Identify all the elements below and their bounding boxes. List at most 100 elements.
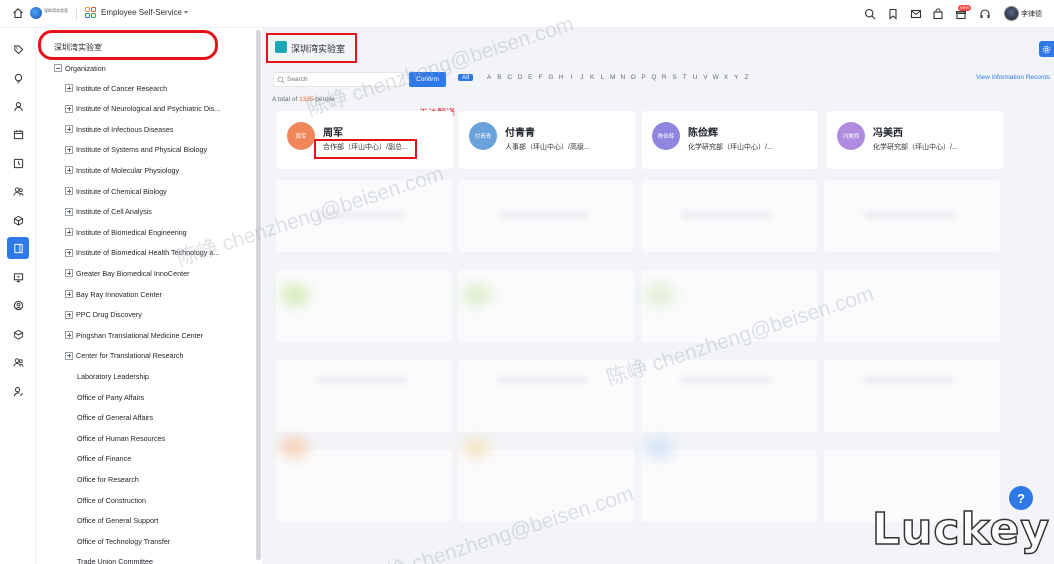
tree-node[interactable]: Office of Technology Transfer	[77, 534, 170, 548]
filter-letter[interactable]: A	[484, 74, 494, 81]
monitor-icon[interactable]	[7, 266, 29, 288]
tree-node[interactable]: Office of General Affairs	[77, 411, 153, 425]
tree-node[interactable]: Office of Party Affairs	[77, 390, 144, 404]
employee-name[interactable]: 付青青	[505, 124, 535, 139]
tree-node[interactable]: Institute of Cancer Research	[65, 81, 167, 95]
mail-icon[interactable]	[910, 8, 922, 20]
tree-node[interactable]: Institute of Biomedical Engineering	[65, 225, 187, 239]
tree-node[interactable]: Institute of Molecular Physiology	[65, 163, 179, 177]
filter-letter[interactable]: H	[556, 74, 566, 81]
expand-icon[interactable]	[65, 207, 73, 216]
tree-node[interactable]: Office for Research	[77, 472, 139, 486]
tree-node[interactable]: Office of Finance	[77, 452, 131, 466]
employee-name[interactable]: 冯美西	[873, 124, 903, 139]
filter-letter[interactable]: L	[597, 74, 607, 81]
filter-letter[interactable]: P	[638, 74, 648, 81]
tree-node[interactable]: Greater Bay Biomedical InnoCenter	[65, 266, 189, 280]
cube-icon[interactable]	[7, 209, 29, 231]
people-icon[interactable]	[7, 180, 29, 202]
tree-node[interactable]: Institute of Neurological and Psychiatri…	[65, 102, 220, 116]
employee-card[interactable]: 陈俭辉 陈俭辉 化学研究部（坪山中心）/...	[642, 111, 818, 169]
tree-node[interactable]: Office of Human Resources	[77, 431, 165, 445]
search-icon[interactable]	[864, 8, 876, 20]
user-edit-icon[interactable]	[7, 380, 29, 402]
filter-letter[interactable]: Q	[649, 74, 659, 81]
filter-letter[interactable]: Z	[741, 74, 751, 81]
filter-letter[interactable]: Y	[731, 74, 741, 81]
tag-icon[interactable]	[7, 38, 29, 60]
expand-icon[interactable]	[65, 351, 73, 360]
filter-letter[interactable]: C	[505, 74, 515, 81]
expand-icon[interactable]	[65, 228, 73, 237]
tree-node[interactable]: Institute of Biomedical Health Technolog…	[65, 246, 219, 260]
expand-icon[interactable]	[65, 84, 73, 92]
bookmark-icon[interactable]	[887, 8, 899, 20]
search-input[interactable]	[287, 74, 397, 85]
employee-card[interactable]: 冯美西 冯美西 化学研究部（坪山中心）/...	[827, 111, 1003, 169]
chevron-down-icon[interactable]	[184, 11, 188, 14]
home-icon[interactable]	[12, 7, 24, 19]
view-records-link[interactable]: View information Records	[976, 74, 1050, 81]
filter-letter[interactable]: B	[494, 74, 504, 81]
tree-node[interactable]: Institute of Chemical Biology	[65, 184, 167, 198]
filter-letter[interactable]: W	[711, 74, 721, 81]
filter-letter[interactable]: F	[535, 74, 545, 81]
scrollbar[interactable]	[256, 30, 261, 560]
filter-all[interactable]: All	[458, 74, 473, 81]
filter-letter[interactable]: T	[680, 74, 690, 81]
compass-icon[interactable]	[7, 294, 29, 316]
expand-icon[interactable]	[65, 310, 73, 319]
collapse-icon[interactable]	[54, 64, 62, 72]
filter-letter[interactable]: D	[515, 74, 525, 81]
filter-letter[interactable]: O	[628, 74, 638, 81]
filter-letter[interactable]: I	[566, 74, 576, 81]
tree-node[interactable]: Bay Ray Innovation Center	[65, 287, 162, 301]
settings-button[interactable]	[1039, 41, 1054, 57]
expand-icon[interactable]	[65, 104, 73, 113]
shopping-bag-icon[interactable]	[932, 8, 944, 20]
confirm-button[interactable]: Confirm	[409, 72, 446, 87]
calendar-icon[interactable]	[7, 123, 29, 145]
tree-node[interactable]: Office of General Support	[77, 514, 158, 528]
expand-icon[interactable]	[65, 248, 73, 257]
filter-letter[interactable]: N	[618, 74, 628, 81]
filter-letter[interactable]: G	[546, 74, 556, 81]
tree-node[interactable]: Laboratory Leadership	[77, 369, 149, 383]
filter-letter[interactable]: K	[587, 74, 597, 81]
tree-node[interactable]: Office of Construction	[77, 493, 146, 507]
tree-node[interactable]: Trade Union Committee	[77, 555, 153, 564]
tree-node-organization[interactable]: Organization	[54, 61, 106, 75]
filter-letter[interactable]: E	[525, 74, 535, 81]
filter-letter[interactable]: R	[659, 74, 669, 81]
employee-name[interactable]: 陈俭辉	[688, 124, 718, 139]
group-icon[interactable]	[7, 351, 29, 373]
filter-letter[interactable]: M	[608, 74, 618, 81]
search-field[interactable]	[273, 72, 404, 87]
tree-node[interactable]: Pingshan Translational Medicine Center	[65, 328, 203, 342]
app-title[interactable]: Employee Self-Service	[101, 8, 182, 17]
bulb-icon[interactable]	[7, 67, 29, 89]
expand-icon[interactable]	[65, 290, 73, 298]
tree-node[interactable]: PPC Drug Discovery	[65, 308, 142, 322]
tree-node[interactable]: Institute of Cell Analysis	[65, 205, 152, 219]
employee-name[interactable]: 周军	[323, 124, 343, 139]
book-icon[interactable]	[7, 237, 29, 259]
expand-icon[interactable]	[65, 269, 73, 278]
tree-node[interactable]: Center for Translational Research	[65, 349, 183, 363]
expand-icon[interactable]	[65, 166, 73, 175]
expand-icon[interactable]	[65, 187, 73, 195]
tree-node[interactable]: Institute of Infectious Diseases	[65, 122, 173, 136]
expand-icon[interactable]	[65, 145, 73, 154]
headset-icon[interactable]	[979, 8, 991, 20]
filter-letter[interactable]: J	[577, 74, 587, 81]
filter-letter[interactable]: U	[690, 74, 700, 81]
person-icon[interactable]	[7, 95, 29, 117]
clock-icon[interactable]	[7, 152, 29, 174]
tree-node[interactable]: Institute of Systems and Physical Biolog…	[65, 143, 207, 157]
filter-letter[interactable]: S	[669, 74, 679, 81]
expand-icon[interactable]	[65, 125, 73, 134]
filter-letter[interactable]: V	[700, 74, 710, 81]
filter-letter[interactable]: X	[721, 74, 731, 81]
expand-icon[interactable]	[65, 331, 73, 340]
box-icon[interactable]	[7, 323, 29, 345]
